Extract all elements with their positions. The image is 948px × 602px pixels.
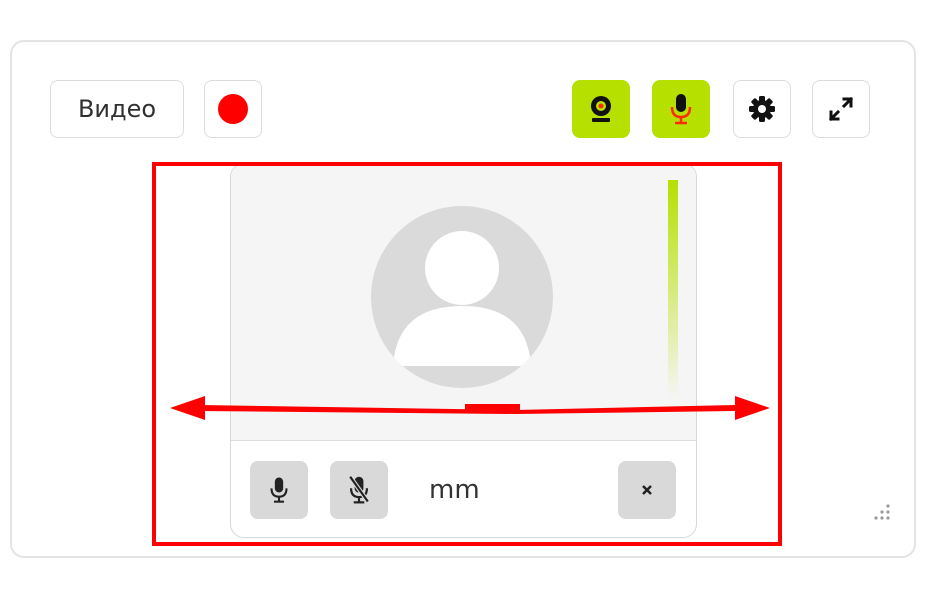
participant-tile: mm [230, 163, 697, 538]
settings-button[interactable] [733, 80, 791, 138]
webcam-icon [591, 96, 611, 122]
microphone-toggle-button[interactable] [652, 80, 710, 138]
camera-toggle-button[interactable] [572, 80, 630, 138]
microphone-icon [270, 477, 288, 503]
participant-mic-button[interactable] [250, 461, 308, 519]
expand-icon [828, 96, 854, 122]
user-avatar-icon [371, 206, 553, 388]
volume-level-bar [668, 180, 678, 399]
resize-grip-icon[interactable] [870, 500, 894, 524]
close-icon [642, 485, 652, 495]
video-button-label: Видео [77, 95, 157, 123]
fullscreen-button[interactable] [812, 80, 870, 138]
record-icon [218, 94, 248, 124]
gear-icon [749, 96, 775, 122]
participant-mute-button[interactable] [330, 461, 388, 519]
microphone-off-icon [348, 475, 370, 504]
microphone-icon [670, 94, 692, 125]
participant-name: mm [429, 475, 480, 505]
participant-close-button[interactable] [618, 461, 676, 519]
video-button[interactable]: Видео [50, 80, 184, 138]
record-button[interactable] [204, 80, 262, 138]
participant-video [231, 164, 696, 441]
